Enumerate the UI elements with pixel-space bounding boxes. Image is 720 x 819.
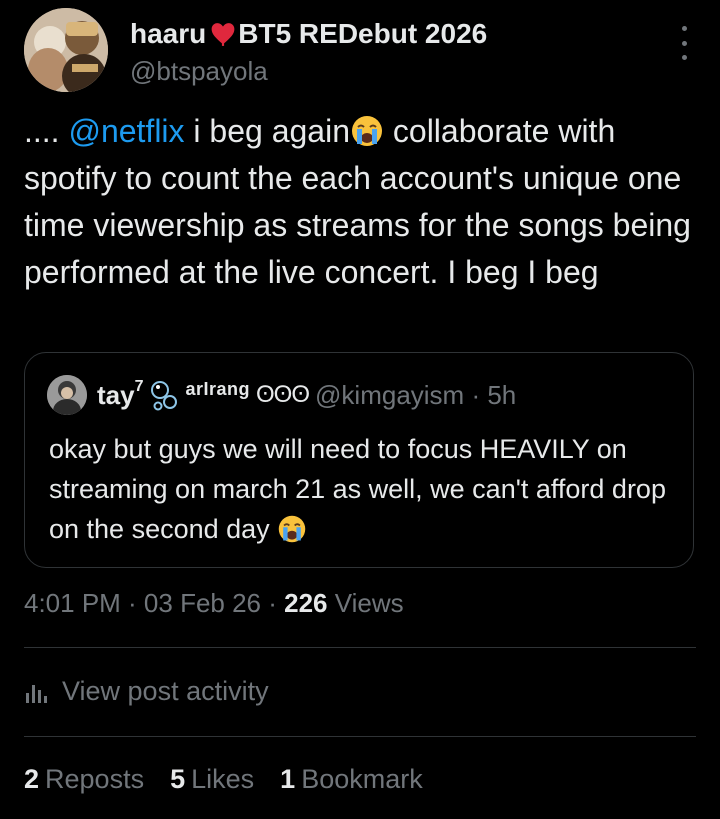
quoted-author-avatar[interactable] — [47, 375, 87, 415]
red-heart-icon — [211, 23, 235, 46]
likes-label: Likes — [191, 764, 255, 794]
quoted-author-name[interactable]: tay7 — [97, 377, 144, 411]
bar-chart-icon — [26, 684, 47, 703]
post-meta: 4:01 PM · 03 Feb 26 · 226 Views — [24, 588, 404, 619]
view-post-activity-button[interactable]: View post activity — [24, 676, 269, 707]
bubbles-icon — [151, 381, 178, 411]
likes-stat[interactable]: 5 Likes — [170, 764, 254, 795]
likes-count: 5 — [170, 764, 186, 794]
mention-link[interactable]: @netflix — [68, 113, 184, 149]
author-name[interactable]: haaru BT5 REDebut 2026 — [130, 18, 487, 50]
author-name-prefix: haaru — [130, 18, 207, 49]
reposts-label: Reposts — [45, 764, 145, 794]
loudly-crying-face-icon — [352, 116, 382, 146]
reposts-count: 2 — [24, 764, 40, 794]
quoted-post-header: tay7 arIrang ʘʘʘ @kimgayism · 5h — [47, 375, 516, 415]
author-handle[interactable]: @btspayola — [130, 56, 268, 87]
quoted-name-badge: arIrang — [185, 378, 251, 399]
views-count: 226 — [284, 588, 328, 618]
loudly-crying-face-icon — [278, 515, 306, 543]
quoted-post-text: okay but guys we will need to focus HEAV… — [49, 429, 689, 549]
post-stats: 2 Reposts 5 Likes 1 Bookmark — [24, 764, 423, 795]
post-text-pre: .... — [24, 113, 69, 149]
quoted-name-circles: ʘʘʘ — [256, 381, 310, 408]
divider — [24, 736, 696, 737]
more-vertical-icon[interactable] — [676, 26, 692, 60]
quoted-name-sup: 7 — [134, 377, 144, 395]
quoted-post-body: okay but guys we will need to focus HEAV… — [49, 434, 666, 544]
view-post-activity-label: View post activity — [62, 676, 269, 706]
bookmarks-count: 1 — [280, 764, 296, 794]
post-timestamp[interactable]: 4:01 PM · 03 Feb 26 · — [24, 588, 284, 618]
post-text-mid: i beg again — [184, 113, 350, 149]
quoted-handle-time[interactable]: @kimgayism · 5h — [315, 380, 516, 411]
reposts-stat[interactable]: 2 Reposts — [24, 764, 144, 795]
author-name-suffix: BT5 REDebut 2026 — [238, 18, 488, 49]
bookmarks-stat[interactable]: 1 Bookmark — [280, 764, 423, 795]
divider — [24, 647, 696, 648]
quoted-name-text: tay — [97, 379, 135, 410]
views-label: Views — [327, 588, 404, 618]
quoted-post[interactable]: tay7 arIrang ʘʘʘ @kimgayism · 5h okay bu… — [24, 352, 694, 568]
post-text: .... @netflix i beg again collaborate wi… — [24, 108, 700, 296]
bookmarks-label: Bookmark — [301, 764, 423, 794]
author-avatar[interactable] — [24, 8, 108, 92]
post-header: haaru BT5 REDebut 2026 @btspayola — [24, 8, 696, 92]
